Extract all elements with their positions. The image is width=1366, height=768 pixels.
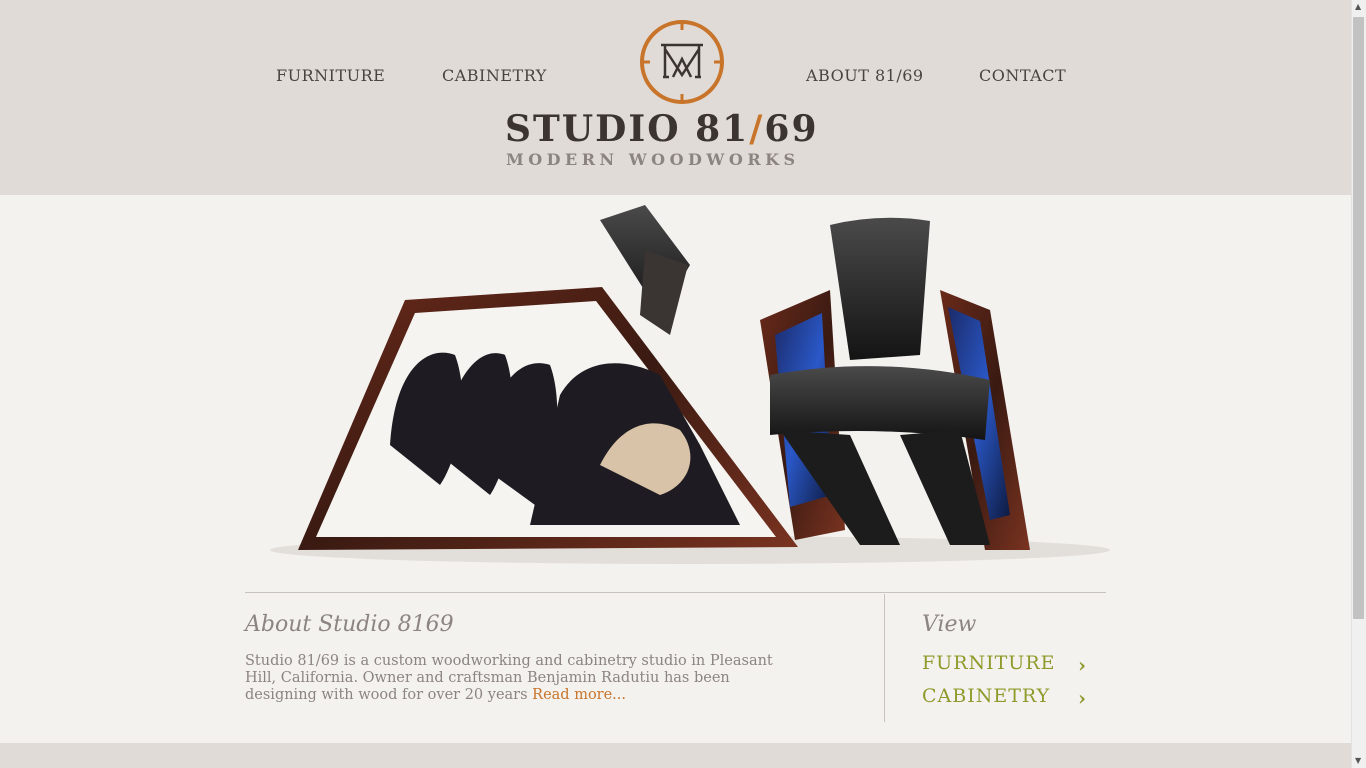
nav-about[interactable]: ABOUT 81/69 [806, 66, 924, 85]
chevron-right-icon: › [1078, 686, 1087, 710]
read-more-link[interactable]: Read more... [532, 687, 626, 703]
about-heading: About Studio 8169 [245, 612, 454, 637]
column-divider [884, 594, 885, 722]
scroll-down-arrow-icon[interactable]: ▼ [1355, 756, 1361, 765]
nav-furniture[interactable]: FURNITURE [276, 66, 385, 85]
hero-image [0, 195, 1351, 590]
view-link-cabinetry[interactable]: CABINETRY › [922, 685, 1086, 710]
scrollbar-thumb[interactable] [1353, 17, 1364, 619]
chairs-with-horses-photo [270, 205, 1110, 564]
logo-title[interactable]: STUDIO 81/69 [505, 108, 865, 150]
circle-monogram-icon[interactable] [639, 19, 725, 105]
logo-subtitle: MODERN WOODWORKS [506, 150, 800, 169]
chevron-right-icon: › [1078, 653, 1087, 677]
nav-contact[interactable]: CONTACT [979, 66, 1066, 85]
scroll-up-arrow-icon[interactable]: ▲ [1355, 2, 1361, 11]
nav-cabinetry[interactable]: CABINETRY [442, 66, 547, 85]
logo-title-slash: / [749, 108, 765, 150]
view-link-cabinetry-label: CABINETRY [922, 685, 1051, 707]
logo-title-part-b: 69 [764, 108, 819, 150]
content-divider [245, 592, 1106, 593]
footer-band [0, 743, 1351, 768]
logo-title-part-a: STUDIO 81 [505, 108, 750, 150]
about-body: Studio 81/69 is a custom woodworking and… [245, 653, 773, 703]
about-text: Studio 81/69 is a custom woodworking and… [245, 653, 775, 704]
site-header: FURNITURE CABINETRY ABOUT 81/69 CONTACT … [0, 0, 1351, 195]
view-link-furniture[interactable]: FURNITURE › [922, 652, 1086, 677]
view-heading: View [922, 612, 977, 637]
view-link-furniture-label: FURNITURE [922, 652, 1056, 674]
